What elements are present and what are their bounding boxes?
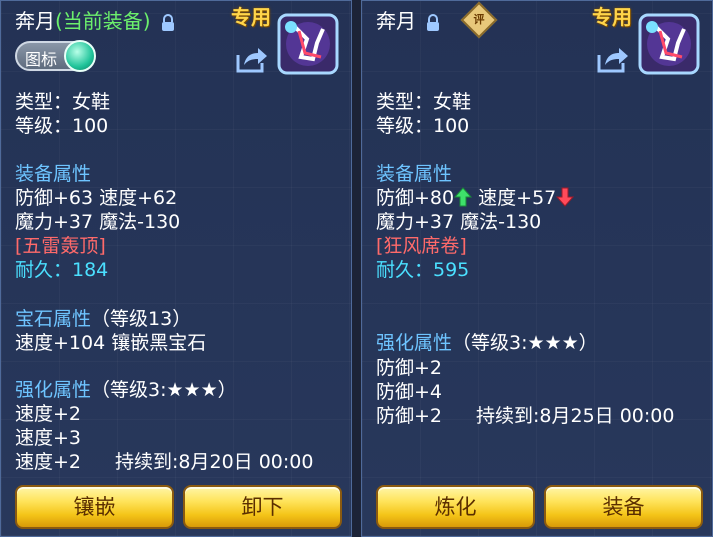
share-icon[interactable] bbox=[236, 45, 268, 73]
gem-attr-title: 宝石属性 bbox=[15, 308, 92, 330]
item-title: 奔月 bbox=[376, 5, 440, 34]
item-tooltip-right: 奔月 评 专用 类型：女鞋 等级：100 装备属性 防御+80 速度+57 魔力… bbox=[361, 0, 713, 537]
enhance-line: 防御+2 bbox=[376, 357, 443, 379]
item-name: 奔月 bbox=[376, 9, 416, 33]
special-skill: [五雷轰顶] bbox=[15, 235, 106, 257]
enhance-attr-header: 强化属性（等级3:★★★） bbox=[376, 331, 598, 355]
attr-line: 魔力+37 魔法-130 bbox=[376, 211, 542, 233]
exclusive-label: 专用 bbox=[592, 5, 632, 29]
durability: 耐久：184 bbox=[15, 259, 109, 281]
special-skill: [狂风席卷] bbox=[376, 235, 467, 257]
exclusive-label: 专用 bbox=[231, 5, 271, 29]
enhance-line: 防御+2 bbox=[376, 405, 443, 427]
equip-attr-title: 装备属性 bbox=[15, 163, 92, 185]
enhance-level: （等级3:★★★） bbox=[91, 379, 237, 401]
enhance-line: 速度+2 bbox=[15, 451, 82, 473]
item-name: 奔月 bbox=[15, 9, 55, 33]
defense-value: 防御+80 bbox=[376, 187, 455, 209]
unequip-button[interactable]: 卸下 bbox=[183, 485, 342, 529]
item-type: 类型：女鞋 bbox=[376, 91, 472, 113]
icon-toggle-label: 图标 bbox=[25, 50, 58, 69]
enhance-level: （等级3:★★★） bbox=[452, 332, 598, 354]
inlay-button[interactable]: 镶嵌 bbox=[15, 485, 174, 529]
equip-button[interactable]: 装备 bbox=[544, 485, 703, 529]
item-type: 类型：女鞋 bbox=[15, 91, 111, 113]
item-level: 等级：100 bbox=[376, 115, 470, 137]
lock-icon bbox=[427, 13, 440, 31]
arrow-down-icon bbox=[556, 187, 575, 207]
rate-badge-label: 评 bbox=[473, 13, 485, 26]
enhance-line: 速度+2 bbox=[15, 403, 82, 425]
item-tooltip-left: 奔月(当前装备) 专用 图标 类型：女鞋 等级：100 装备属性 防御+63 速… bbox=[0, 0, 352, 537]
enhance-attr-title: 强化属性 bbox=[15, 379, 92, 401]
gem-level: （等级13） bbox=[91, 308, 192, 330]
rate-badge-icon[interactable]: 评 bbox=[460, 1, 498, 39]
item-title: 奔月(当前装备) bbox=[15, 5, 175, 34]
arrow-up-icon bbox=[454, 187, 473, 207]
enhance-line: 速度+3 bbox=[15, 427, 82, 449]
gem-attr-line: 速度+104 镶嵌黑宝石 bbox=[15, 332, 207, 354]
attr-line: 魔力+37 魔法-130 bbox=[15, 211, 181, 233]
enhance-duration: 持续到:8月20日 00:00 bbox=[115, 451, 314, 473]
equipped-status: (当前装备) bbox=[55, 9, 151, 33]
gem-attr-header: 宝石属性（等级13） bbox=[15, 307, 191, 331]
item-level: 等级：100 bbox=[15, 115, 109, 137]
refine-button[interactable]: 炼化 bbox=[376, 485, 535, 529]
equip-attr-title: 装备属性 bbox=[376, 163, 453, 185]
enhance-duration: 持续到:8月25日 00:00 bbox=[476, 405, 675, 427]
durability: 耐久：595 bbox=[376, 259, 470, 281]
boots-item-icon bbox=[638, 13, 700, 75]
boots-item-icon bbox=[277, 13, 339, 75]
enhance-attr-title: 强化属性 bbox=[376, 332, 453, 354]
enhance-line: 防御+4 bbox=[376, 381, 443, 403]
icon-toggle[interactable]: 图标 bbox=[15, 40, 96, 72]
attr-line: 防御+63 速度+62 bbox=[15, 187, 178, 209]
speed-value: 速度+57 bbox=[478, 187, 557, 209]
toggle-knob bbox=[64, 40, 96, 72]
enhance-attr-header: 强化属性（等级3:★★★） bbox=[15, 378, 237, 402]
panel-divider bbox=[352, 0, 361, 537]
attr-line: 防御+80 速度+57 bbox=[376, 186, 575, 210]
share-icon[interactable] bbox=[597, 45, 629, 73]
lock-icon bbox=[161, 13, 174, 31]
